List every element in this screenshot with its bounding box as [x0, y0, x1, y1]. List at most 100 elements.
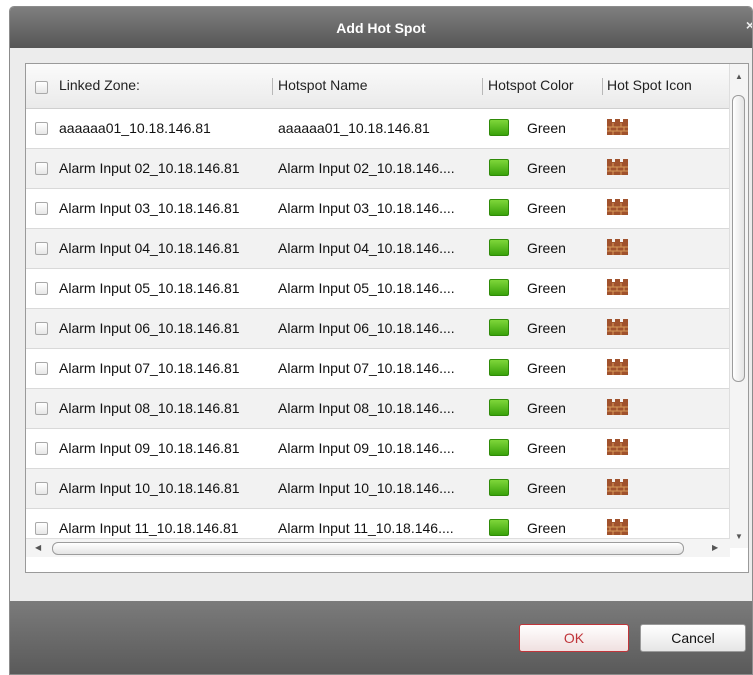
row-checkbox[interactable]	[35, 362, 48, 375]
hotspot-color-cell[interactable]: Green	[527, 280, 566, 296]
table-row[interactable]: Alarm Input 04_10.18.146.81 Alarm Input …	[26, 229, 730, 269]
row-checkbox[interactable]	[35, 482, 48, 495]
row-checkbox[interactable]	[35, 322, 48, 335]
hotspot-color-cell[interactable]: Green	[527, 240, 566, 256]
column-divider[interactable]	[272, 78, 273, 95]
color-swatch[interactable]	[489, 199, 509, 216]
table-row[interactable]: aaaaaa01_10.18.146.81 aaaaaa01_10.18.146…	[26, 109, 730, 149]
table-row[interactable]: Alarm Input 06_10.18.146.81 Alarm Input …	[26, 309, 730, 349]
color-swatch[interactable]	[489, 159, 509, 176]
row-checkbox[interactable]	[35, 162, 48, 175]
color-swatch[interactable]	[489, 319, 509, 336]
hotspot-color-cell[interactable]: Green	[527, 120, 566, 136]
table-row[interactable]: Alarm Input 05_10.18.146.81 Alarm Input …	[26, 269, 730, 309]
add-hot-spot-dialog: Add Hot Spot × Linked Zone: Hotspot Name…	[9, 6, 753, 675]
column-divider[interactable]	[482, 78, 483, 95]
castle-icon[interactable]	[607, 319, 628, 335]
color-swatch[interactable]	[489, 479, 509, 496]
linked-zone-cell: Alarm Input 03_10.18.146.81	[59, 200, 240, 216]
column-hotspot-name[interactable]: Hotspot Name	[278, 77, 367, 93]
hotspot-name-cell[interactable]: Alarm Input 06_10.18.146....	[278, 320, 488, 336]
table-row[interactable]: Alarm Input 09_10.18.146.81 Alarm Input …	[26, 429, 730, 469]
ok-button[interactable]: OK	[519, 624, 629, 652]
scroll-up-icon[interactable]: ▲	[735, 72, 743, 81]
hotspot-color-cell[interactable]: Green	[527, 200, 566, 216]
hotspot-color-cell[interactable]: Green	[527, 320, 566, 336]
vertical-scrollbar[interactable]: ▲ ▼	[729, 64, 748, 548]
row-checkbox[interactable]	[35, 282, 48, 295]
linked-zone-cell: aaaaaa01_10.18.146.81	[59, 120, 211, 136]
castle-icon[interactable]	[607, 439, 628, 455]
table-body: aaaaaa01_10.18.146.81 aaaaaa01_10.18.146…	[26, 109, 730, 549]
row-checkbox[interactable]	[35, 402, 48, 415]
color-swatch[interactable]	[489, 439, 509, 456]
close-icon[interactable]: ×	[746, 17, 752, 33]
castle-icon[interactable]	[607, 199, 628, 215]
color-swatch[interactable]	[489, 399, 509, 416]
scroll-right-icon[interactable]: ▶	[712, 543, 718, 552]
hotspot-name-cell[interactable]: Alarm Input 10_10.18.146....	[278, 480, 488, 496]
table-row[interactable]: Alarm Input 07_10.18.146.81 Alarm Input …	[26, 349, 730, 389]
row-checkbox[interactable]	[35, 522, 48, 535]
castle-icon[interactable]	[607, 119, 628, 135]
castle-icon[interactable]	[607, 399, 628, 415]
table-header: Linked Zone: Hotspot Name Hotspot Color …	[26, 64, 730, 109]
hotspot-name-cell[interactable]: Alarm Input 11_10.18.146....	[278, 520, 488, 536]
row-checkbox[interactable]	[35, 242, 48, 255]
linked-zone-cell: Alarm Input 11_10.18.146.81	[59, 520, 239, 536]
scroll-left-icon[interactable]: ◀	[35, 543, 41, 552]
horizontal-scrollbar[interactable]: ◀ ▶	[26, 538, 730, 557]
table-row[interactable]: Alarm Input 10_10.18.146.81 Alarm Input …	[26, 469, 730, 509]
hotspot-color-cell[interactable]: Green	[527, 400, 566, 416]
dialog-footer: OK Cancel	[10, 601, 752, 674]
row-checkbox[interactable]	[35, 122, 48, 135]
castle-icon[interactable]	[607, 519, 628, 535]
hotspot-color-cell[interactable]: Green	[527, 480, 566, 496]
cancel-button[interactable]: Cancel	[640, 624, 746, 652]
color-swatch[interactable]	[489, 519, 509, 536]
column-hotspot-icon[interactable]: Hot Spot Icon	[607, 77, 692, 93]
hotspot-name-cell[interactable]: Alarm Input 09_10.18.146....	[278, 440, 488, 456]
hotspot-name-cell[interactable]: Alarm Input 07_10.18.146....	[278, 360, 488, 376]
castle-icon[interactable]	[607, 159, 628, 175]
scroll-down-icon[interactable]: ▼	[735, 532, 743, 541]
linked-zone-cell: Alarm Input 05_10.18.146.81	[59, 280, 240, 296]
hotspot-table: Linked Zone: Hotspot Name Hotspot Color …	[25, 63, 749, 573]
vertical-scroll-thumb[interactable]	[732, 95, 745, 382]
linked-zone-cell: Alarm Input 10_10.18.146.81	[59, 480, 240, 496]
dialog-title: Add Hot Spot	[336, 19, 426, 36]
linked-zone-cell: Alarm Input 04_10.18.146.81	[59, 240, 240, 256]
color-swatch[interactable]	[489, 279, 509, 296]
castle-icon[interactable]	[607, 479, 628, 495]
table-row[interactable]: Alarm Input 03_10.18.146.81 Alarm Input …	[26, 189, 730, 229]
hotspot-color-cell[interactable]: Green	[527, 440, 566, 456]
linked-zone-cell: Alarm Input 08_10.18.146.81	[59, 400, 240, 416]
linked-zone-cell: Alarm Input 06_10.18.146.81	[59, 320, 240, 336]
color-swatch[interactable]	[489, 119, 509, 136]
column-linked-zone[interactable]: Linked Zone:	[59, 77, 140, 93]
hotspot-name-cell[interactable]: aaaaaa01_10.18.146.81	[278, 120, 488, 136]
linked-zone-cell: Alarm Input 02_10.18.146.81	[59, 160, 240, 176]
color-swatch[interactable]	[489, 359, 509, 376]
hotspot-name-cell[interactable]: Alarm Input 03_10.18.146....	[278, 200, 488, 216]
hotspot-color-cell[interactable]: Green	[527, 520, 566, 536]
castle-icon[interactable]	[607, 359, 628, 375]
column-hotspot-color[interactable]: Hotspot Color	[488, 77, 574, 93]
hotspot-name-cell[interactable]: Alarm Input 08_10.18.146....	[278, 400, 488, 416]
table-row[interactable]: Alarm Input 08_10.18.146.81 Alarm Input …	[26, 389, 730, 429]
color-swatch[interactable]	[489, 239, 509, 256]
castle-icon[interactable]	[607, 239, 628, 255]
column-divider[interactable]	[602, 78, 603, 95]
linked-zone-cell: Alarm Input 09_10.18.146.81	[59, 440, 240, 456]
hotspot-name-cell[interactable]: Alarm Input 04_10.18.146....	[278, 240, 488, 256]
select-all-checkbox[interactable]	[35, 81, 48, 94]
row-checkbox[interactable]	[35, 442, 48, 455]
table-row[interactable]: Alarm Input 02_10.18.146.81 Alarm Input …	[26, 149, 730, 189]
hotspot-name-cell[interactable]: Alarm Input 02_10.18.146....	[278, 160, 488, 176]
hotspot-color-cell[interactable]: Green	[527, 160, 566, 176]
row-checkbox[interactable]	[35, 202, 48, 215]
hotspot-color-cell[interactable]: Green	[527, 360, 566, 376]
horizontal-scroll-thumb[interactable]	[52, 542, 684, 555]
hotspot-name-cell[interactable]: Alarm Input 05_10.18.146....	[278, 280, 488, 296]
castle-icon[interactable]	[607, 279, 628, 295]
